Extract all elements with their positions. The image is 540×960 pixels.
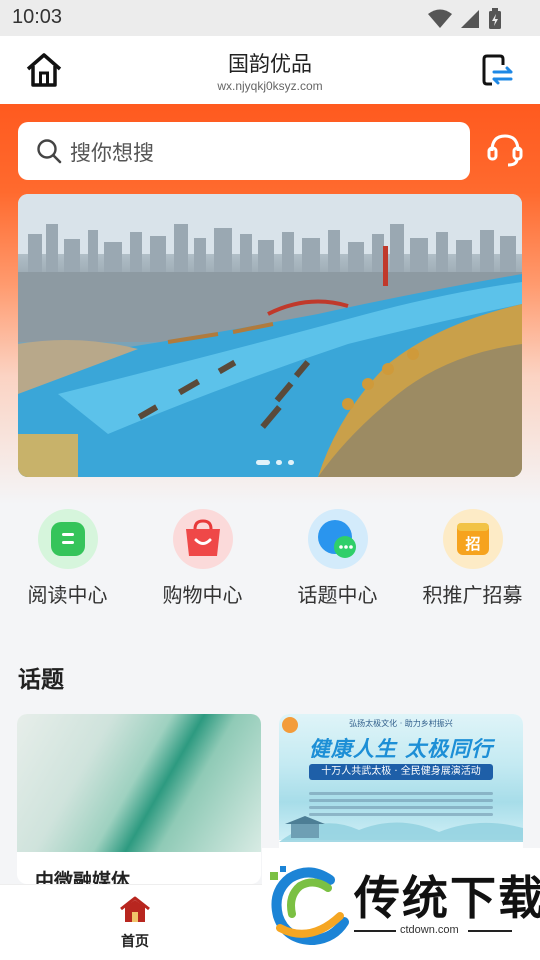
poster-banner-text: 十万人共武太极 · 全民健身展演活动: [309, 764, 493, 780]
quick-item-reading[interactable]: 阅读中心: [0, 506, 135, 608]
card-title: 中微融媒体: [35, 870, 131, 884]
watermark-brand: 传统下载: [354, 871, 540, 925]
customer-service-button[interactable]: [486, 131, 524, 169]
wifi-icon: [428, 9, 452, 28]
quick-label: 话题中心: [297, 583, 378, 607]
status-icons: [428, 8, 502, 30]
search-icon: [37, 139, 62, 164]
card-image: [17, 714, 261, 852]
quick-item-recruit[interactable]: 招 积推广招募: [405, 506, 540, 608]
switch-account-icon: [482, 54, 513, 86]
nav-home-label: 首页: [121, 934, 149, 950]
poster-top-text: 弘扬太极文化 · 助力乡村振兴: [349, 719, 453, 728]
banner-city-river-image: [18, 194, 522, 477]
signal-icon: [461, 10, 479, 28]
reading-icon: [37, 509, 98, 569]
page-url: wx.njyqkj0ksyz.com: [217, 79, 323, 93]
quick-item-shopping[interactable]: 购物中心: [135, 506, 270, 608]
page-title: 国韵优品: [228, 52, 312, 76]
chat-bubble-icon: [307, 509, 368, 569]
quick-item-topics[interactable]: 话题中心: [270, 506, 405, 608]
status-bar: 10:03: [0, 0, 540, 36]
pavilion-illustration: [279, 816, 523, 842]
watermark: 传统下载 ctdown.com: [262, 848, 540, 960]
section-title: 话题: [18, 667, 64, 693]
quick-label: 积推广招募: [422, 583, 523, 607]
carousel-indicator: [256, 460, 294, 465]
nav-home[interactable]: 首页: [104, 895, 166, 951]
title-bar: 国韵优品 wx.njyqkj0ksyz.com: [0, 36, 540, 104]
quick-menu: 阅读中心 购物中心 话题中心 招 积推广招募: [0, 506, 540, 616]
shopping-bag-icon: [172, 509, 233, 569]
watermark-logo-icon: [270, 866, 349, 946]
switch-button[interactable]: [480, 52, 514, 88]
poster-headline: 健康人生 太极同行: [308, 737, 494, 761]
status-time: 10:03: [12, 6, 63, 28]
headset-icon: [487, 134, 523, 167]
topic-card[interactable]: 中微融媒体: [17, 714, 261, 884]
quick-label: 购物中心: [162, 583, 243, 607]
quick-label: 阅读中心: [27, 583, 108, 607]
banner-carousel[interactable]: [18, 194, 522, 477]
watermark-rule-left: [354, 930, 396, 932]
card-poster-image: 弘扬太极文化 · 助力乡村振兴 健康人生 太极同行 十万人共武太极 · 全民健身…: [279, 714, 523, 842]
home-nav-icon: [120, 896, 150, 922]
battery-icon: [489, 8, 501, 29]
svg-text:招: 招: [465, 535, 480, 553]
search-input[interactable]: 搜你想搜: [18, 122, 470, 180]
recruit-icon: 招: [442, 509, 503, 569]
search-placeholder: 搜你想搜: [70, 141, 154, 165]
watermark-rule-right: [468, 930, 512, 932]
watermark-url: ctdown.com: [400, 924, 459, 936]
